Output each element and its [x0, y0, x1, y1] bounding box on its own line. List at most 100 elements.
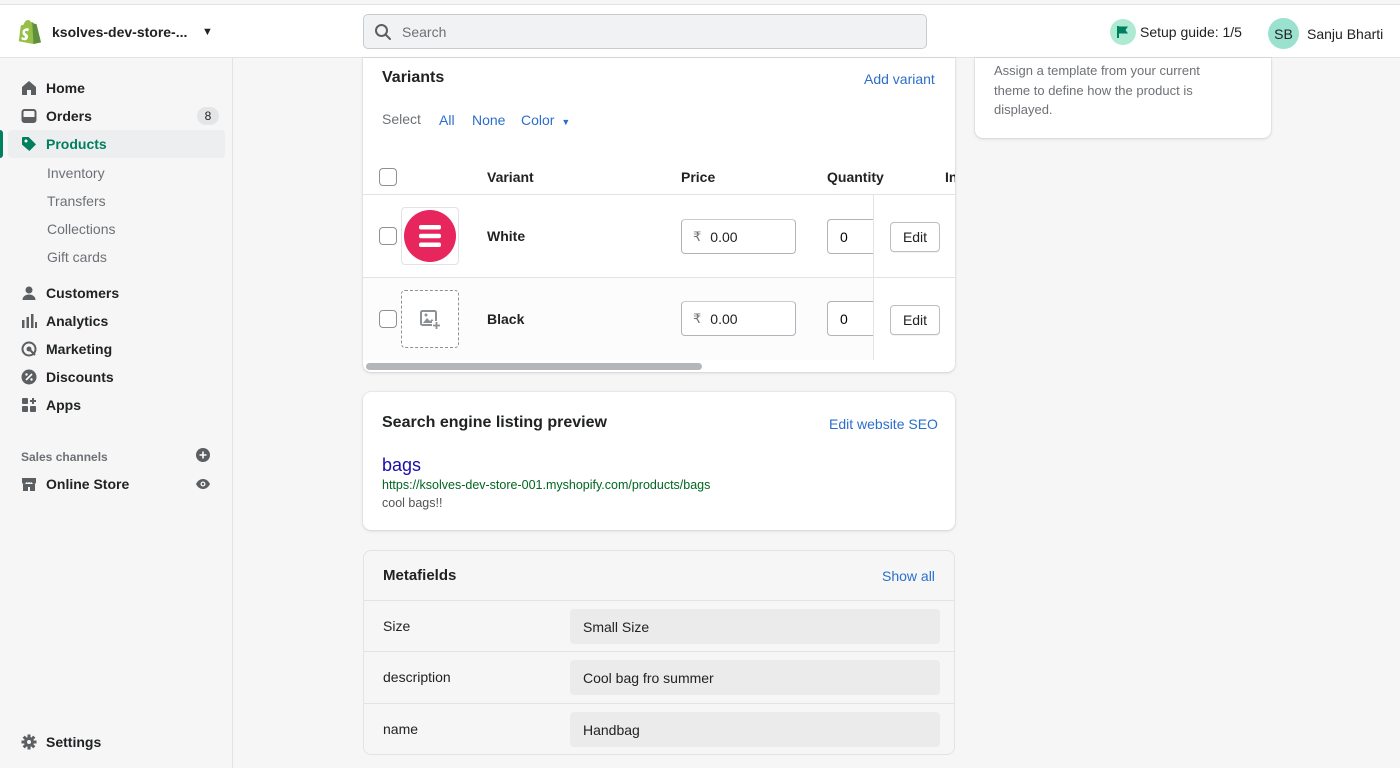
variants-card: Variants Add variant Select All None Col… — [363, 58, 955, 372]
metafield-label: name — [383, 721, 419, 737]
seo-url: https://ksolves-dev-store-001.myshopify.… — [382, 478, 711, 492]
select-none-link[interactable]: None — [472, 112, 505, 128]
sidebar-item-label: Home — [46, 80, 85, 96]
add-variant-link[interactable]: Add variant — [864, 71, 935, 87]
sidebar-item-discounts[interactable]: Discounts — [8, 363, 225, 391]
price-input[interactable] — [710, 228, 781, 245]
currency-symbol: ₹ — [693, 228, 702, 244]
metafield-label: Size — [383, 618, 411, 634]
sidebar-item-products[interactable]: Products — [0, 130, 225, 158]
analytics-icon — [20, 312, 38, 330]
metafield-value-field[interactable]: Small Size — [570, 609, 940, 644]
sidebar-item-orders[interactable]: Orders 8 — [8, 102, 225, 130]
flag-icon — [1110, 19, 1136, 45]
metafields-card: Metafields Show all Size Small Size desc… — [363, 550, 955, 755]
add-channel-icon[interactable] — [196, 448, 210, 462]
user-name: Sanju Bharti — [1307, 25, 1384, 42]
divider — [364, 703, 954, 704]
store-switcher[interactable]: ksolves-dev-store-... ▼ — [16, 17, 213, 47]
variants-title: Variants — [382, 69, 445, 86]
edit-seo-link[interactable]: Edit website SEO — [829, 416, 938, 432]
store-icon — [20, 475, 38, 493]
metafield-value-field[interactable]: Handbag — [570, 712, 940, 747]
select-all-checkbox[interactable] — [379, 168, 397, 186]
top-bar: ksolves-dev-store-... ▼ Setup guide: 1/5… — [0, 4, 1400, 58]
select-label: Select — [382, 111, 421, 127]
metafields-title: Metafields — [383, 567, 457, 584]
metafield-value-field[interactable]: Cool bag fro summer — [570, 660, 940, 695]
sidebar-item-online-store[interactable]: Online Store — [8, 470, 225, 498]
home-icon — [20, 79, 38, 97]
variant-image[interactable] — [401, 207, 459, 265]
variant-name: White — [487, 228, 526, 244]
search-bar[interactable] — [363, 14, 927, 49]
orders-icon — [20, 107, 38, 125]
user-menu[interactable]: SB Sanju Bharti — [1268, 18, 1383, 49]
sidebar-subitem-inventory[interactable]: Inventory — [47, 165, 105, 181]
sidebar-subitem-collections[interactable]: Collections — [47, 221, 115, 237]
sidebar-item-analytics[interactable]: Analytics — [8, 307, 225, 335]
brand-logo-icon — [404, 210, 456, 262]
gear-icon — [20, 733, 38, 751]
search-icon — [374, 23, 392, 41]
sidebar-item-apps[interactable]: Apps — [8, 391, 225, 419]
eye-icon[interactable] — [195, 476, 211, 492]
discount-icon — [20, 368, 38, 386]
sidebar-item-label: Orders — [46, 108, 92, 124]
shopify-logo-icon — [16, 18, 42, 46]
sidebar-item-customers[interactable]: Customers — [8, 279, 225, 307]
sticky-actions-column: Edit Edit — [873, 195, 955, 360]
sidebar-subitem-gift-cards[interactable]: Gift cards — [47, 249, 107, 265]
divider — [364, 600, 954, 601]
setup-guide-label: Setup guide: 1/5 — [1140, 24, 1242, 40]
sidebar-item-settings[interactable]: Settings — [8, 728, 225, 756]
sidebar-item-marketing[interactable]: Marketing — [8, 335, 225, 363]
column-header-extra: In — [945, 169, 955, 185]
price-field[interactable]: ₹ — [681, 301, 796, 336]
seo-description: cool bags!! — [382, 496, 443, 510]
metafield-label: description — [383, 669, 451, 685]
quantity-input[interactable] — [840, 310, 870, 327]
sidebar-item-label: Customers — [46, 285, 120, 301]
seo-preview-card: Search engine listing preview Edit websi… — [363, 392, 955, 530]
template-help-text: Assign a template from your current them… — [994, 63, 1200, 117]
setup-guide-button[interactable]: Setup guide: 1/5 — [1110, 19, 1242, 45]
tag-icon — [20, 135, 38, 153]
currency-symbol: ₹ — [693, 310, 702, 326]
sidebar-item-label: Apps — [46, 397, 81, 413]
edit-variant-button[interactable]: Edit — [890, 222, 940, 252]
sidebar: Home Orders 8 Products Inventory Transfe… — [0, 58, 233, 768]
price-input[interactable] — [710, 310, 781, 327]
column-header-variant: Variant — [487, 169, 534, 185]
theme-template-card: Assign a template from your current them… — [975, 58, 1271, 138]
row-checkbox[interactable] — [379, 227, 397, 245]
select-color-label: Color — [521, 112, 555, 128]
caret-down-icon: ▼ — [561, 117, 571, 127]
horizontal-scrollbar[interactable] — [366, 363, 702, 370]
divider — [874, 277, 955, 278]
sidebar-item-label: Analytics — [46, 313, 109, 329]
marketing-icon — [20, 340, 38, 358]
search-input[interactable] — [402, 23, 882, 40]
edit-variant-button[interactable]: Edit — [890, 305, 940, 335]
quantity-input[interactable] — [840, 228, 870, 245]
sidebar-item-label: Marketing — [46, 341, 113, 357]
sidebar-item-label: Settings — [46, 734, 102, 750]
select-color-dropdown[interactable]: Color ▼ — [521, 112, 570, 128]
sidebar-item-home[interactable]: Home — [8, 74, 225, 102]
store-name: ksolves-dev-store-... — [52, 24, 188, 40]
seo-page-title: bags — [382, 455, 422, 475]
show-all-link[interactable]: Show all — [882, 568, 935, 584]
row-checkbox[interactable] — [379, 310, 397, 328]
price-field[interactable]: ₹ — [681, 219, 796, 254]
divider — [363, 194, 955, 195]
select-all-link[interactable]: All — [439, 112, 455, 128]
person-icon — [20, 284, 38, 302]
chevron-down-icon: ▼ — [202, 26, 213, 38]
sales-channels-heading: Sales channels — [21, 450, 108, 464]
sidebar-item-label: Online Store — [46, 476, 130, 492]
add-image-placeholder[interactable] — [401, 290, 459, 348]
column-header-quantity: Quantity — [827, 169, 884, 185]
apps-icon — [20, 396, 38, 414]
sidebar-subitem-transfers[interactable]: Transfers — [47, 193, 106, 209]
